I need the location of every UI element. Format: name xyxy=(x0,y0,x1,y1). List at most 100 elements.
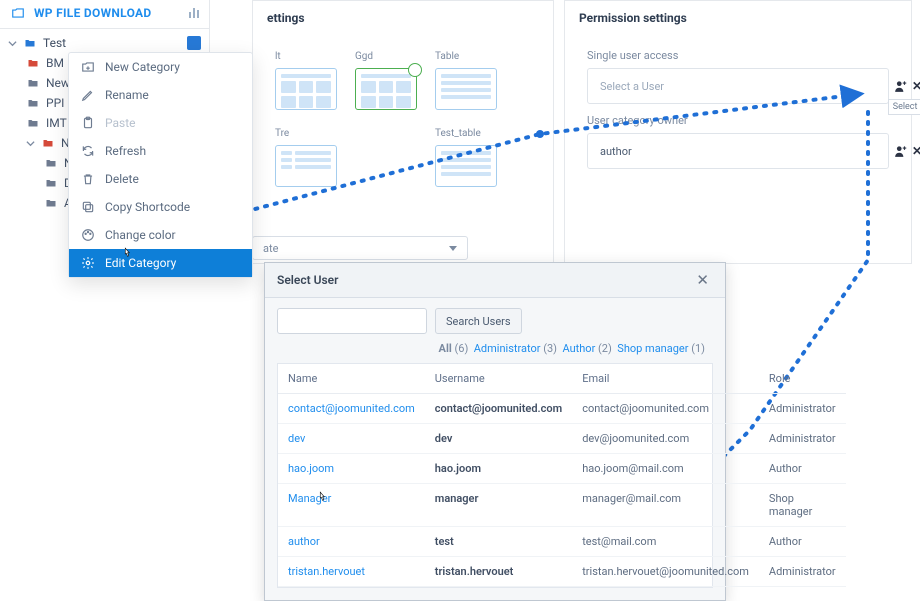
cell-name[interactable]: author xyxy=(278,527,425,557)
download-icon xyxy=(10,6,26,20)
date-label: ate xyxy=(263,242,278,255)
theme-selector: lt Ggd Table Tre Test_table xyxy=(253,31,553,193)
cell-username: contact@joomunited.com xyxy=(425,394,572,424)
cell-email: test@mail.com xyxy=(572,527,759,557)
theme-name: lt xyxy=(275,51,337,62)
table-row[interactable]: devdevdev@joomunited.comAdministrator xyxy=(278,424,846,454)
ctx-paste: Paste xyxy=(69,109,252,137)
ctx-label: Refresh xyxy=(105,144,146,158)
table-row[interactable]: authortesttest@mail.comAuthor xyxy=(278,527,846,557)
single-user-input[interactable]: Select a User ✕ xyxy=(587,68,889,104)
close-icon[interactable]: ✕ xyxy=(692,271,713,289)
settings-panel: ettings lt Ggd Table Tre Test_table xyxy=(252,0,554,264)
folder-icon xyxy=(44,197,58,209)
tree-root-action[interactable] xyxy=(187,36,201,50)
palette-icon xyxy=(81,228,95,242)
cell-email: contact@joomunited.com xyxy=(572,394,759,424)
cell-name[interactable]: Manager xyxy=(278,484,425,527)
filter-shop[interactable]: Shop manager xyxy=(617,342,688,355)
cell-role: Administrator xyxy=(759,557,846,587)
permission-panel-title: Permission settings xyxy=(565,1,911,31)
modal-search-input[interactable] xyxy=(277,308,427,334)
users-table: Name Username Email Role contact@joomuni… xyxy=(277,363,713,588)
ctx-refresh[interactable]: Refresh xyxy=(69,137,252,165)
theme-option[interactable]: Test_table xyxy=(435,128,497,187)
folder-icon xyxy=(26,77,40,89)
table-row[interactable]: tristan.hervouettristan.hervouettristan.… xyxy=(278,557,846,587)
theme-option-selected[interactable]: Ggd xyxy=(355,51,417,110)
paste-icon xyxy=(81,116,95,130)
theme-option[interactable]: Table xyxy=(435,51,497,110)
ctx-new-category[interactable]: New Category xyxy=(69,53,252,81)
folder-icon xyxy=(26,57,40,69)
date-input[interactable]: ate xyxy=(252,236,468,260)
tree-label: Test xyxy=(43,36,66,50)
filter-all[interactable]: All (6) xyxy=(439,342,469,355)
select-user-modal: Select User ✕ Search Users All (6) Admin… xyxy=(264,262,726,601)
folder-icon xyxy=(26,117,40,129)
cell-username: dev xyxy=(425,424,572,454)
cell-name[interactable]: hao.joom xyxy=(278,454,425,484)
filter-author[interactable]: Author xyxy=(562,342,595,355)
table-row[interactable]: contact@joomunited.comcontact@joomunited… xyxy=(278,394,846,424)
cell-email: hao.joom@mail.com xyxy=(572,454,759,484)
add-user-icon[interactable] xyxy=(894,144,908,158)
context-menu: New Category Rename Paste Refresh Delete… xyxy=(68,52,253,278)
filter-admin[interactable]: Administrator xyxy=(474,342,541,355)
theme-name: Test_table xyxy=(435,128,497,139)
tree-label: PPI xyxy=(46,96,64,110)
modal-header: Select User ✕ xyxy=(265,263,725,298)
theme-option[interactable]: Tre xyxy=(275,128,337,187)
settings-panel-title: ettings xyxy=(253,1,553,31)
cell-email: tristan.hervouet@joomunited.com xyxy=(572,557,759,587)
theme-name: Tre xyxy=(275,128,337,139)
folder-icon xyxy=(44,157,58,169)
cell-role: Author xyxy=(759,454,846,484)
col-email: Email xyxy=(572,364,759,394)
brand-title: WP FILE DOWNLOAD xyxy=(34,6,152,20)
trash-icon xyxy=(81,172,95,186)
cursor-pointer-icon xyxy=(315,490,329,506)
ctx-label: Edit Category xyxy=(105,256,176,270)
equalizer-icon[interactable] xyxy=(189,8,199,18)
ctx-copy-shortcode[interactable]: Copy Shortcode xyxy=(69,193,252,221)
col-name: Name xyxy=(278,364,425,394)
permission-panel: Permission settings Single user access S… xyxy=(564,0,912,264)
theme-option[interactable]: lt xyxy=(275,51,337,110)
table-row[interactable]: Managermanagermanager@mail.comShop manag… xyxy=(278,484,846,527)
ctx-change-color[interactable]: Change color xyxy=(69,221,252,249)
ctx-label: Delete xyxy=(105,172,139,186)
ctx-delete[interactable]: Delete xyxy=(69,165,252,193)
ctx-label: Paste xyxy=(105,116,136,130)
folder-icon xyxy=(44,177,58,189)
tree-label: BM xyxy=(46,56,64,70)
table-header: Name Username Email Role xyxy=(278,364,846,394)
theme-name: Ggd xyxy=(355,51,417,62)
owner-input[interactable]: author ✕ xyxy=(587,133,889,169)
clear-user-icon[interactable]: ✕ xyxy=(912,79,920,93)
theme-name: Table xyxy=(435,51,497,62)
cell-name[interactable]: dev xyxy=(278,424,425,454)
tree-label: New xyxy=(46,76,70,90)
ctx-rename[interactable]: Rename xyxy=(69,81,252,109)
gear-icon xyxy=(81,256,95,270)
modal-search-bar: Search Users xyxy=(265,298,725,340)
search-users-button[interactable]: Search Users xyxy=(435,308,522,334)
cell-role: Administrator xyxy=(759,424,846,454)
cell-role: Administrator xyxy=(759,394,846,424)
copy-icon xyxy=(81,200,95,214)
clear-user-icon[interactable]: ✕ xyxy=(912,144,920,158)
caret-down-icon xyxy=(26,139,35,148)
cursor-pointer-icon xyxy=(120,246,134,262)
table-row[interactable]: hao.joomhao.joomhao.joom@mail.comAuthor xyxy=(278,454,846,484)
caret-down-icon xyxy=(449,246,457,251)
tree-root[interactable]: Test xyxy=(0,33,209,53)
cell-name[interactable]: contact@joomunited.com xyxy=(278,394,425,424)
ctx-edit-category[interactable]: Edit Category xyxy=(69,249,252,277)
cell-name[interactable]: tristan.hervouet xyxy=(278,557,425,587)
ctx-label: Copy Shortcode xyxy=(105,200,190,214)
single-user-placeholder: Select a User xyxy=(600,80,664,93)
owner-label: User category owner xyxy=(587,114,889,127)
add-user-icon[interactable] xyxy=(894,79,908,93)
cell-username: hao.joom xyxy=(425,454,572,484)
